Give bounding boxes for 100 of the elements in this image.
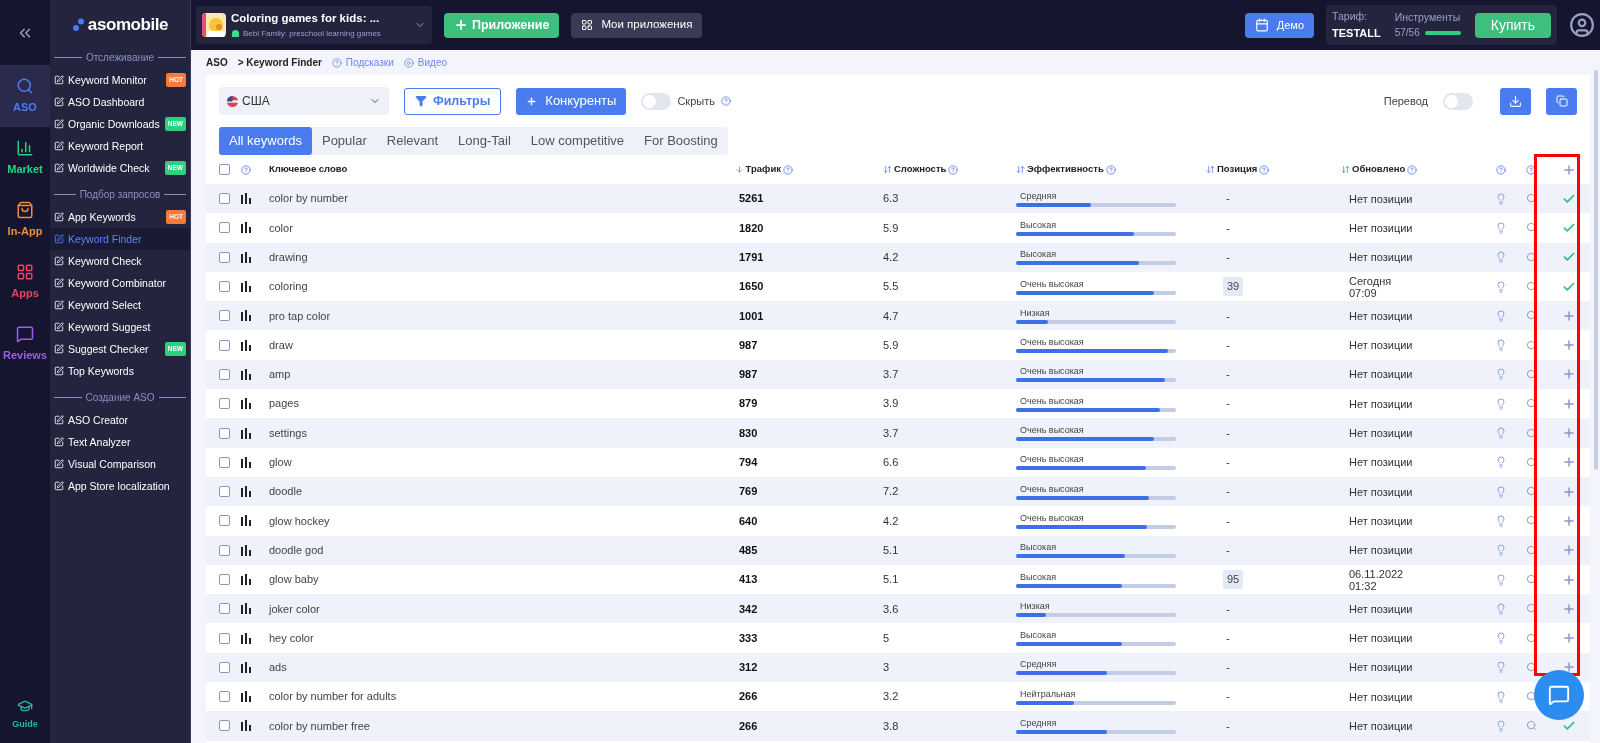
row-checkbox[interactable] [219,281,230,293]
search-icon[interactable] [1525,251,1537,263]
search-icon[interactable] [1525,222,1537,234]
lightbulb-icon[interactable] [1495,720,1507,732]
plus-icon[interactable] [1561,543,1576,558]
lightbulb-icon[interactable] [1495,192,1507,205]
bar-chart-icon[interactable] [241,456,251,468]
search-icon[interactable] [1525,515,1537,527]
search-icon[interactable] [1525,193,1537,205]
tab[interactable]: Relevant [376,127,449,155]
my-apps-button[interactable]: Мои приложения [571,12,703,38]
row-checkbox[interactable] [219,544,230,556]
lightbulb-icon[interactable] [1495,514,1507,527]
sidebar-item[interactable]: Visual Comparison [50,453,190,475]
row-checkbox[interactable] [219,691,230,703]
search-icon[interactable] [1525,456,1537,468]
column-header[interactable]: Трафик [745,162,781,177]
row-checkbox[interactable] [219,603,230,615]
column-header[interactable]: Эффективность [1027,162,1104,177]
tab[interactable]: Long-Tail [448,127,521,155]
bar-chart-icon[interactable] [241,632,251,644]
lightbulb-icon[interactable] [1495,632,1507,645]
plus-icon[interactable] [1561,455,1576,470]
help-icon[interactable] [721,96,731,106]
lightbulb-icon[interactable] [1495,573,1507,586]
search-icon[interactable] [1525,720,1537,732]
row-checkbox[interactable] [219,632,230,644]
search-icon[interactable] [1525,661,1537,673]
bar-chart-icon[interactable] [241,193,251,205]
bar-chart-icon[interactable] [241,281,251,293]
rail-item[interactable]: Apps [0,251,50,313]
help-icon[interactable] [1407,164,1418,175]
guide-button[interactable]: Guide [12,697,38,731]
plus-icon[interactable] [1561,660,1576,675]
lightbulb-icon[interactable] [1495,427,1507,439]
app-selector[interactable]: Coloring games for kids: ... Bebi Family: preschool learning games [196,6,432,44]
bar-chart-icon[interactable] [241,486,251,498]
search-icon[interactable] [1525,603,1537,615]
row-checkbox[interactable] [219,515,230,527]
lightbulb-icon[interactable] [1495,485,1507,498]
sidebar-item[interactable]: App Store localization [50,475,190,497]
plus-icon[interactable] [1561,513,1576,528]
lightbulb-icon[interactable] [1495,544,1507,557]
breadcrumb-root[interactable]: ASO [206,55,228,70]
avatar-icon[interactable] [1569,12,1595,38]
row-checkbox[interactable] [219,310,230,322]
sidebar-item[interactable]: Keyword Report [50,135,190,157]
search-icon[interactable] [1525,339,1537,351]
lightbulb-icon[interactable] [1495,280,1507,293]
search-icon[interactable] [1525,632,1537,644]
bar-chart-icon[interactable] [241,603,251,615]
help-icon[interactable] [241,164,251,175]
help-icon[interactable] [1526,164,1536,175]
tab[interactable]: For Boosting [634,127,728,155]
sidebar-item[interactable]: Keyword Suggest [50,316,190,338]
lightbulb-icon[interactable] [1495,339,1507,352]
toggle-switch[interactable] [641,92,672,110]
plus-icon[interactable] [1561,396,1576,411]
column-header[interactable]: Ключевое слово [269,162,719,177]
tab[interactable]: Popular [311,127,377,155]
column-header[interactable]: Обновлено [1352,162,1406,177]
bar-chart-icon[interactable] [241,515,251,527]
lightbulb-icon[interactable] [1495,661,1507,674]
sidebar-item[interactable]: ASO Creator [50,409,190,431]
help-icon[interactable] [1259,164,1270,175]
bar-chart-icon[interactable] [241,398,251,410]
bar-chart-icon[interactable] [241,339,251,351]
sidebar-item[interactable]: Keyword Check [50,250,190,272]
lightbulb-icon[interactable] [1495,602,1507,615]
row-checkbox[interactable] [219,368,230,380]
select-all-checkbox[interactable] [219,164,230,175]
toggle-switch[interactable] [1443,92,1473,110]
help-icon[interactable] [948,164,959,175]
bar-chart-icon[interactable] [241,427,251,439]
sidebar-item[interactable]: Keyword Combinator [50,272,190,294]
column-header[interactable]: Сложность [894,162,947,177]
plus-icon[interactable] [1561,367,1576,382]
row-checkbox[interactable] [219,486,230,498]
bar-chart-icon[interactable] [241,574,251,585]
tab[interactable]: All keywords [219,127,312,155]
lightbulb-icon[interactable] [1495,397,1507,410]
search-icon[interactable] [1525,281,1537,293]
help-icon[interactable] [1496,164,1506,175]
rail-item[interactable]: Market [0,127,50,189]
sidebar-item[interactable]: Keyword Select [50,294,190,316]
column-header[interactable]: Позиция [1217,162,1258,177]
lightbulb-icon[interactable] [1495,221,1507,234]
bar-chart-icon[interactable] [241,222,251,234]
filters-button[interactable]: Фильтры [404,87,502,115]
lightbulb-icon[interactable] [1495,690,1507,703]
lightbulb-icon[interactable] [1495,368,1507,381]
plus-icon[interactable] [1561,338,1576,353]
plus-icon[interactable] [1561,601,1576,616]
row-checkbox[interactable] [219,720,230,732]
plus-icon[interactable] [1561,631,1576,646]
search-icon[interactable] [1525,486,1537,498]
help-icon[interactable] [1105,164,1116,175]
tab[interactable]: Low competitive [520,127,635,155]
bar-chart-icon[interactable] [241,544,251,556]
rail-item[interactable]: In-App [0,189,50,251]
